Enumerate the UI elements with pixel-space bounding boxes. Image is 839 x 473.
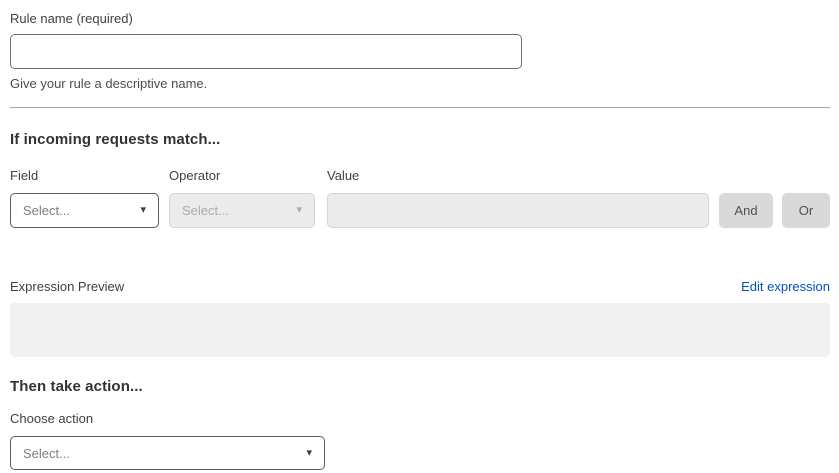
value-column: Value — [327, 168, 709, 228]
choose-action-label: Choose action — [10, 411, 830, 426]
action-section: Then take action... Choose action Select… — [10, 378, 830, 470]
match-section: If incoming requests match... Field Sele… — [10, 131, 830, 228]
rule-name-help: Give your rule a descriptive name. — [10, 76, 830, 91]
section-divider — [10, 107, 830, 108]
chevron-down-icon: ▾ — [306, 448, 312, 459]
value-label: Value — [327, 168, 709, 183]
rule-name-section: Rule name (required) Give your rule a de… — [10, 11, 830, 91]
match-heading: If incoming requests match... — [10, 131, 830, 148]
operator-column: Operator Select... ▾ — [169, 168, 315, 228]
rule-name-label: Rule name (required) — [10, 11, 830, 26]
expression-section: Expression Preview Edit expression — [10, 279, 830, 357]
action-heading: Then take action... — [10, 378, 830, 395]
field-select-value: Select... — [23, 203, 70, 218]
edit-expression-link[interactable]: Edit expression — [741, 279, 830, 294]
and-button[interactable]: And — [719, 193, 773, 228]
operator-select-value: Select... — [182, 203, 229, 218]
or-button[interactable]: Or — [782, 193, 830, 228]
value-input — [327, 193, 709, 228]
condition-row: Field Select... ▾ Operator Select... ▾ V… — [10, 168, 830, 228]
field-label: Field — [10, 168, 159, 183]
expression-preview-box — [10, 303, 830, 357]
field-select[interactable]: Select... ▾ — [10, 193, 159, 228]
chevron-down-icon: ▾ — [140, 205, 146, 216]
expression-header: Expression Preview Edit expression — [10, 279, 830, 294]
field-column: Field Select... ▾ — [10, 168, 159, 228]
operator-label: Operator — [169, 168, 315, 183]
chevron-down-icon: ▾ — [296, 205, 302, 216]
choose-action-select-value: Select... — [23, 446, 70, 461]
operator-select: Select... ▾ — [169, 193, 315, 228]
firewall-rule-form: Rule name (required) Give your rule a de… — [0, 0, 839, 470]
expression-preview-label: Expression Preview — [10, 279, 124, 294]
rule-name-input[interactable] — [10, 34, 522, 69]
choose-action-select[interactable]: Select... ▾ — [10, 436, 325, 470]
